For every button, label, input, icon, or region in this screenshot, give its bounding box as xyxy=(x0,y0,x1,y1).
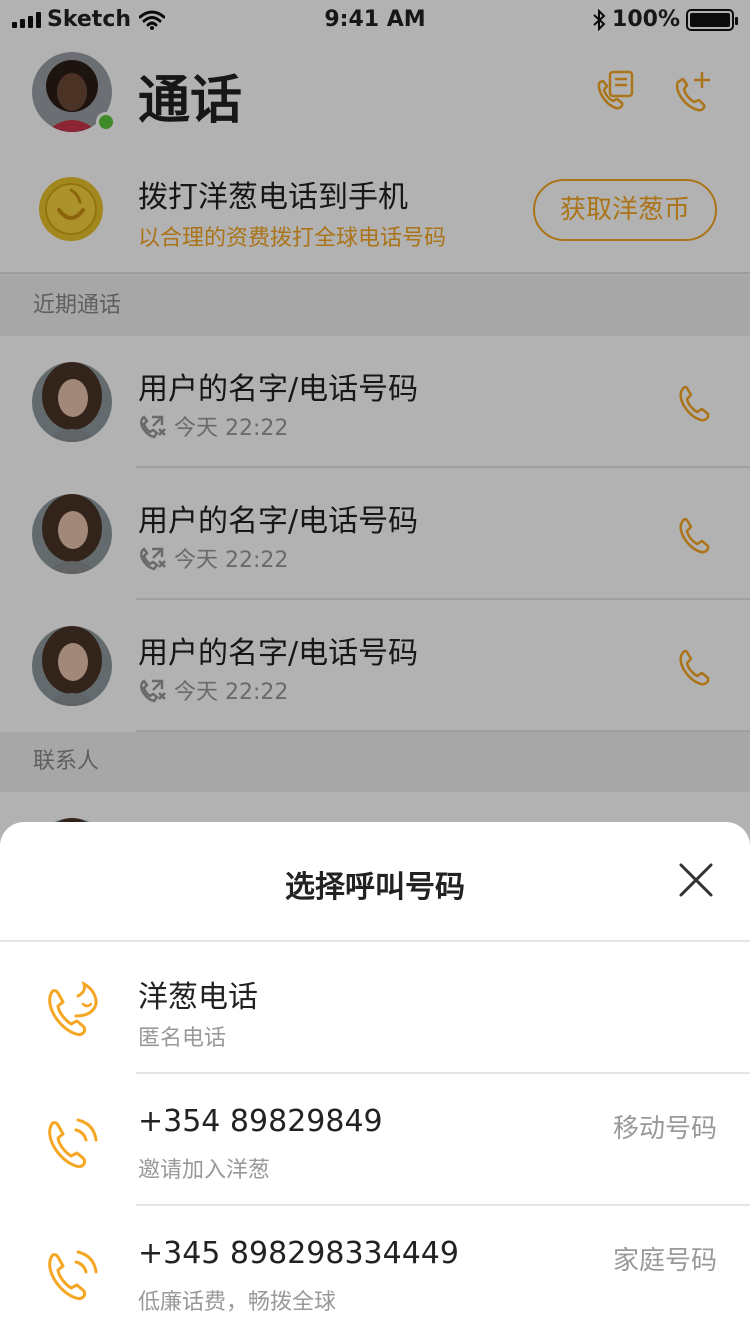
option-home-number[interactable]: +345 898298334449 低廉话费，畅拨全球 家庭号码 xyxy=(0,1206,750,1334)
option-mobile-number[interactable]: +354 89829849 邀请加入洋葱 移动号码 xyxy=(0,1074,750,1206)
onion-phone-icon xyxy=(48,981,98,1036)
option-subtitle: 邀请加入洋葱 xyxy=(138,1158,271,1183)
sheet-title: 选择呼叫号码 xyxy=(285,870,465,905)
option-onion-call[interactable]: 洋葱电话 匿名电话 xyxy=(0,942,750,1074)
option-title: 洋葱电话 xyxy=(138,980,258,1015)
option-tag: 家庭号码 xyxy=(612,1246,717,1276)
select-number-sheet: 选择呼叫号码 洋葱电话 匿名电话 +354 89829849 邀请加入洋葱 移动… xyxy=(0,822,750,1334)
close-icon[interactable] xyxy=(678,862,714,898)
option-tag: 移动号码 xyxy=(612,1114,717,1144)
option-subtitle: 低廉话费，畅拨全球 xyxy=(138,1290,337,1315)
option-subtitle: 匿名电话 xyxy=(138,1026,227,1051)
phone-ringing-icon xyxy=(48,1118,98,1168)
phone-ringing-icon xyxy=(48,1250,98,1300)
option-title: +345 898298334449 xyxy=(138,1236,459,1271)
option-title: +354 89829849 xyxy=(138,1104,383,1139)
